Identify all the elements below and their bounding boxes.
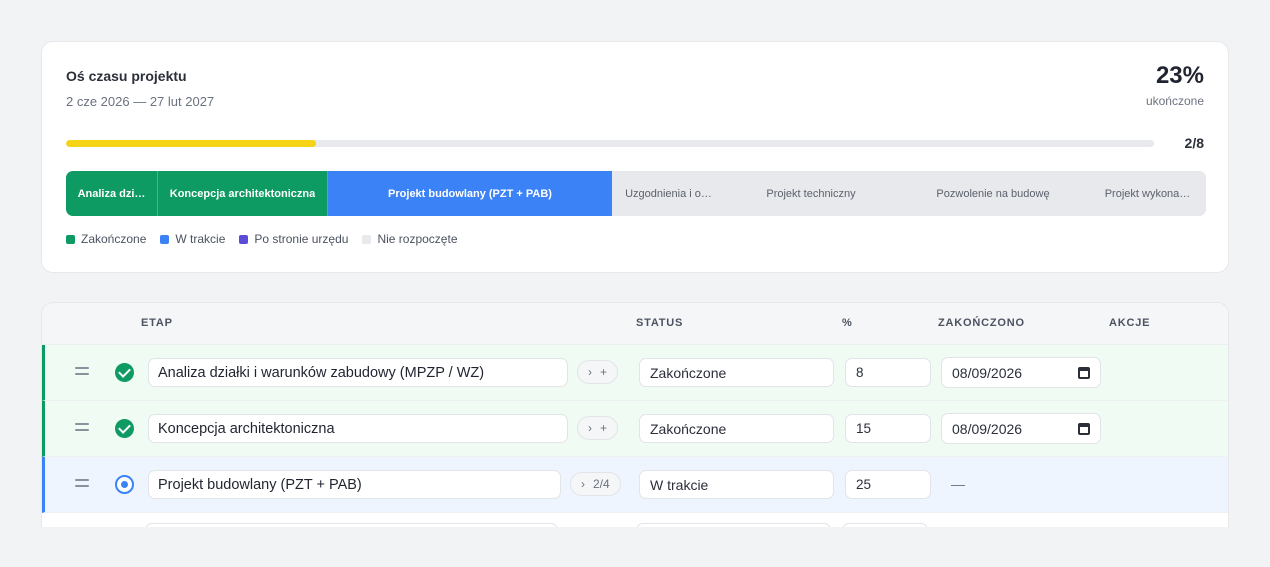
- stage-segment-technical-design[interactable]: Projekt techniczny: [725, 171, 897, 216]
- completed-date-empty: —: [951, 476, 965, 492]
- legend-swatch: [160, 234, 170, 244]
- timeline-card: Oś czasu projektu 2 cze 2026 — 27 lut 20…: [41, 41, 1229, 273]
- timeline-date-range: 2 cze 2026 — 27 lut 2027: [66, 94, 215, 109]
- stage-segment-concept[interactable]: Koncepcja architektoniczna: [158, 171, 328, 216]
- in-progress-icon[interactable]: [115, 475, 134, 494]
- table-row: [42, 513, 1228, 527]
- status-select[interactable]: [636, 523, 831, 527]
- completion-label: ukończone: [1145, 94, 1204, 108]
- stage-name-input[interactable]: Analiza działki i warunków zabudowy (MPZ…: [148, 358, 568, 387]
- table-row: Analiza działki i warunków zabudowy (MPZ…: [42, 345, 1228, 401]
- column-header-percent: %: [842, 317, 853, 329]
- stages-table: ETAP STATUS % ZAKOŃCZONO AKCJE Analiza d…: [41, 302, 1229, 527]
- timeline-title: Oś czasu projektu: [66, 68, 187, 84]
- check-circle-icon[interactable]: [115, 363, 134, 382]
- column-header-completed: ZAKOŃCZONO: [938, 317, 1025, 329]
- column-header-actions: AKCJE: [1109, 317, 1151, 329]
- chevron-right-icon: ›: [581, 477, 585, 491]
- legend: Zakończone W trakcie Po stronie urzędu N…: [66, 232, 458, 246]
- calendar-icon[interactable]: [1078, 366, 1090, 379]
- substeps-button[interactable]: › +: [577, 360, 619, 384]
- drag-handle-icon[interactable]: [75, 479, 89, 489]
- plus-icon: +: [600, 365, 608, 379]
- drag-handle-icon[interactable]: [75, 367, 89, 377]
- completed-date-input[interactable]: 08/09/2026: [941, 413, 1101, 444]
- percent-input[interactable]: [842, 523, 928, 527]
- completion-percent: 23%: [1155, 62, 1204, 89]
- status-select[interactable]: Zakończone: [639, 358, 834, 387]
- calendar-icon[interactable]: [1078, 422, 1090, 435]
- stage-segment-building-permit[interactable]: Pozwolenie na budowę: [897, 171, 1089, 216]
- percent-input[interactable]: 8: [845, 358, 931, 387]
- completed-date-input[interactable]: 08/09/2026: [941, 357, 1101, 388]
- stage-segment-building-design[interactable]: Projekt budowlany (PZT + PAB): [328, 171, 612, 216]
- stage-count: 2/8: [1184, 135, 1204, 151]
- progress-bar: [66, 140, 1154, 147]
- substeps-button[interactable]: › +: [577, 416, 619, 440]
- stage-segment-executive-design[interactable]: Projekt wykona…: [1089, 171, 1206, 216]
- percent-input[interactable]: 25: [845, 470, 931, 499]
- status-select[interactable]: Zakończone: [639, 414, 834, 443]
- check-circle-icon[interactable]: [115, 419, 134, 438]
- progress-bar-fill: [66, 140, 317, 147]
- legend-item-in-progress: W trakcie: [160, 232, 225, 246]
- status-select[interactable]: W trakcie: [639, 470, 834, 499]
- stage-name-input[interactable]: Projekt budowlany (PZT + PAB): [148, 470, 561, 499]
- plus-icon: +: [600, 421, 608, 435]
- legend-item-office: Po stronie urzędu: [239, 232, 348, 246]
- stage-segment-analysis[interactable]: Analiza dzi…: [66, 171, 158, 216]
- legend-item-done: Zakończone: [66, 232, 146, 246]
- table-row: Projekt budowlany (PZT + PAB) › 2/4 W tr…: [42, 457, 1228, 513]
- table-row: Koncepcja architektoniczna › + Zakończon…: [42, 401, 1228, 457]
- legend-swatch: [362, 234, 372, 244]
- legend-swatch: [66, 234, 75, 244]
- legend-swatch: [239, 234, 249, 244]
- stage-name-input[interactable]: [145, 523, 558, 527]
- chevron-right-icon: ›: [588, 421, 592, 435]
- stage-segment-agreements[interactable]: Uzgodnienia i o…: [612, 171, 725, 216]
- table-header: ETAP STATUS % ZAKOŃCZONO AKCJE: [42, 303, 1228, 345]
- chevron-right-icon: ›: [588, 365, 592, 379]
- substeps-count: 2/4: [593, 477, 610, 491]
- drag-handle-icon[interactable]: [75, 423, 89, 433]
- column-header-status: STATUS: [636, 317, 684, 329]
- stage-timeline-bar: Analiza dzi… Koncepcja architektoniczna …: [66, 171, 1206, 216]
- substeps-button[interactable]: › 2/4: [570, 472, 621, 496]
- percent-input[interactable]: 15: [845, 414, 931, 443]
- column-header-stage: ETAP: [141, 317, 173, 329]
- stage-name-input[interactable]: Koncepcja architektoniczna: [148, 414, 568, 443]
- legend-item-not-started: Nie rozpoczęte: [362, 232, 458, 246]
